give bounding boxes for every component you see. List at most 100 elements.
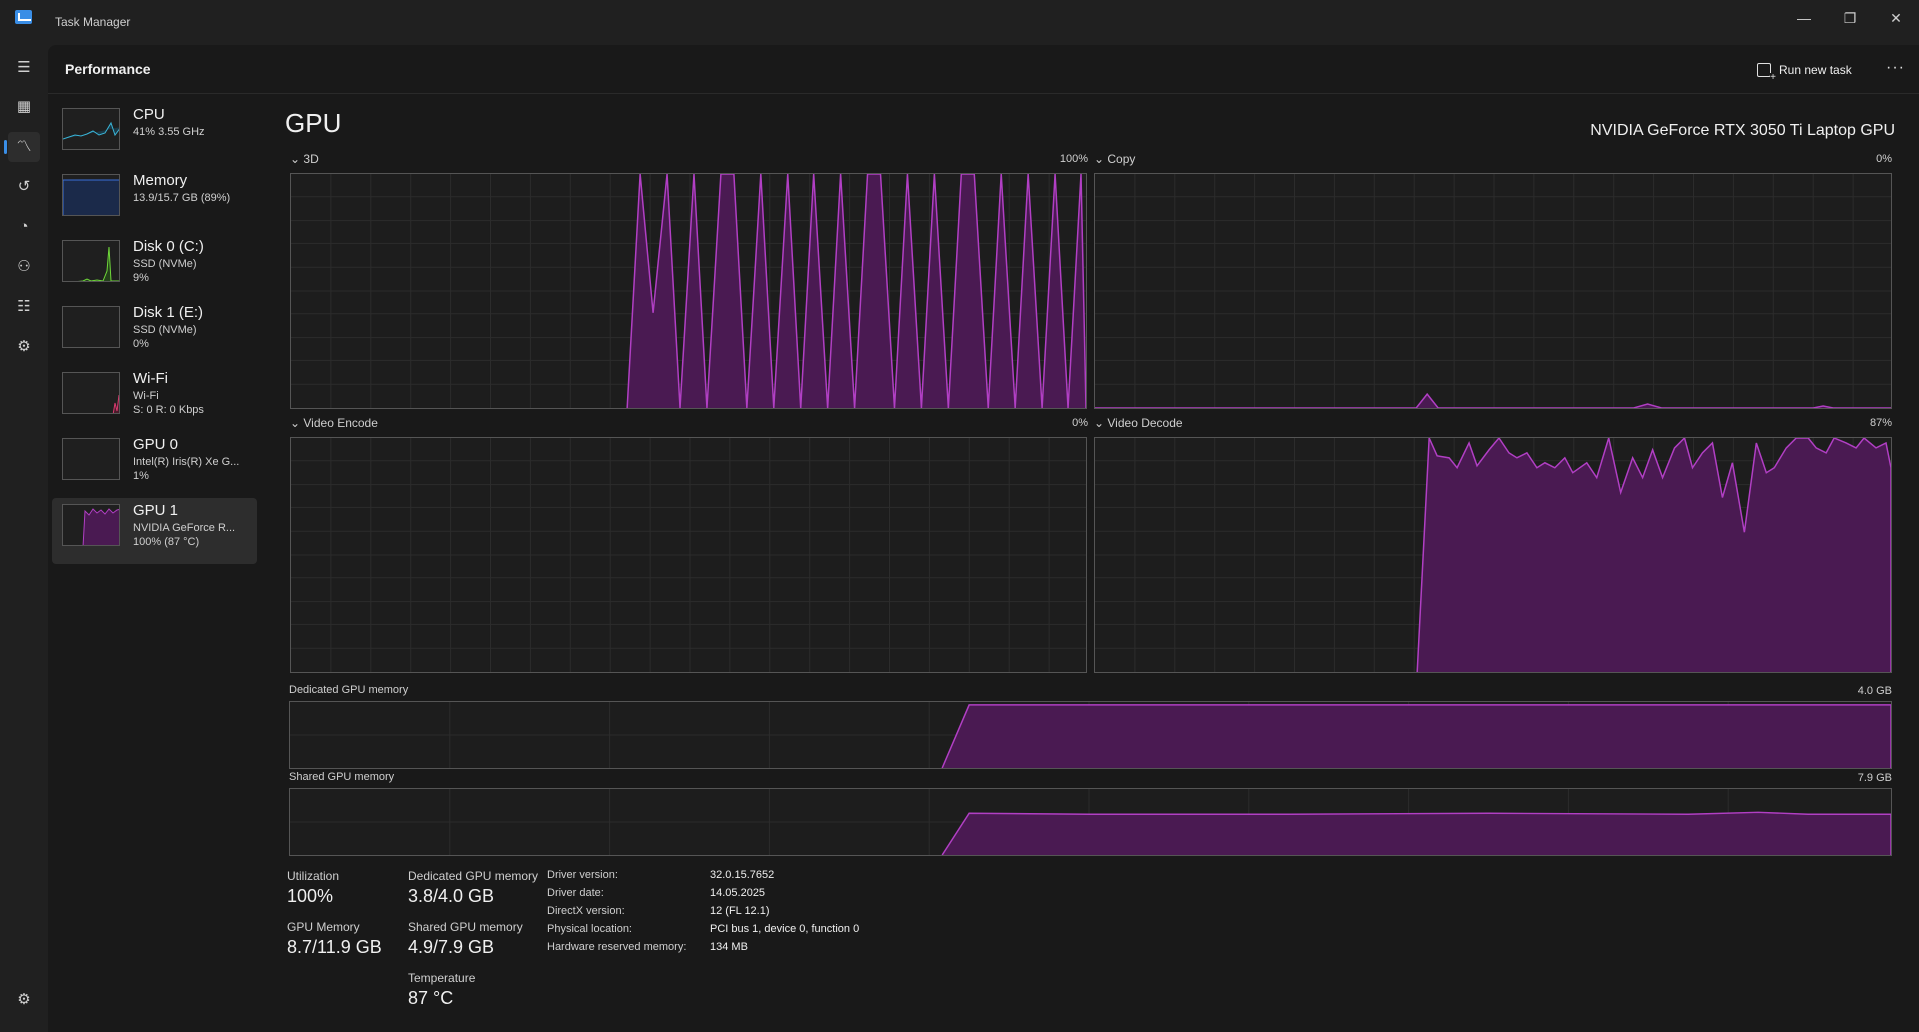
- device-detail: 13.9/15.7 GB (89%): [133, 192, 231, 204]
- graph-video-encode: [290, 437, 1087, 673]
- graph-3d-pct: 100%: [1059, 153, 1088, 165]
- graph-3d-label[interactable]: ⌄ 3D: [290, 152, 319, 166]
- device-name: CPU: [133, 106, 165, 123]
- startup-apps-icon[interactable]: ◔: [8, 212, 40, 242]
- device-gpu-0[interactable]: GPU 0 Intel(R) Iris(R) Xe G... 1%: [52, 432, 257, 498]
- physical-location-value: PCI bus 1, device 0, function 0: [710, 923, 860, 935]
- graph-shared-memory: [289, 788, 1892, 856]
- device-detail: 41% 3.55 GHz: [133, 126, 205, 138]
- more-options-button[interactable]: ···: [1886, 59, 1905, 77]
- dedicated-memory-label: Dedicated GPU memory: [289, 684, 409, 696]
- cpu-thumbnail: [62, 108, 120, 150]
- utilization-value: 100%: [287, 886, 334, 906]
- gpu-1-thumbnail: [62, 504, 120, 546]
- app-history-icon[interactable]: ↺: [8, 172, 40, 202]
- graph-video-decode-label[interactable]: ⌄ Video Decode: [1094, 416, 1183, 430]
- hamburger-icon[interactable]: ☰: [8, 53, 40, 83]
- shared-gpu-memory-value: 4.9/7.9 GB: [408, 937, 495, 957]
- directx-version-label: DirectX version:: [547, 905, 625, 917]
- directx-version-value: 12 (FL 12.1): [710, 905, 770, 917]
- processes-icon[interactable]: ▦: [8, 92, 40, 122]
- dedicated-gpu-memory-label: Dedicated GPU memory: [408, 869, 539, 883]
- run-task-icon: [1757, 63, 1776, 83]
- graph-dedicated-memory: [289, 701, 1892, 769]
- shared-gpu-memory-label: Shared GPU memory: [408, 920, 523, 934]
- utilization-label: Utilization: [287, 869, 340, 883]
- graph-copy: [1094, 173, 1892, 409]
- device-gpu-1[interactable]: GPU 1 NVIDIA GeForce R... 100% (87 °C): [52, 498, 257, 564]
- run-new-task-button[interactable]: Run new task: [1757, 57, 1852, 83]
- wifi-thumbnail: [62, 372, 120, 414]
- task-manager-app-icon: [15, 10, 32, 24]
- gpu-memory-value: 8.7/11.9 GB: [287, 937, 382, 957]
- graph-video-encode-label[interactable]: ⌄ Video Encode: [290, 416, 378, 430]
- device-name: GPU 0: [133, 436, 179, 453]
- maximize-button[interactable]: ❐: [1827, 4, 1873, 32]
- temperature-label: Temperature: [408, 971, 476, 985]
- device-name: Memory: [133, 172, 188, 189]
- minimize-button[interactable]: —: [1781, 4, 1827, 32]
- users-icon[interactable]: ⚇: [8, 252, 40, 282]
- disk-1-thumbnail: [62, 306, 120, 348]
- device-name: GPU 1: [133, 502, 179, 519]
- page-header: Performance Run new task ···: [48, 45, 1919, 94]
- services-icon[interactable]: ⚙: [8, 332, 40, 362]
- shared-memory-max: 7.9 GB: [1857, 772, 1892, 784]
- device-usage: 1%: [133, 470, 149, 482]
- memory-thumbnail: [62, 174, 120, 216]
- device-usage: 9%: [133, 272, 149, 284]
- device-disk-1[interactable]: Disk 1 (E:) SSD (NVMe) 0%: [52, 300, 257, 366]
- graph-grid: [1095, 174, 1891, 408]
- device-disk-0[interactable]: Disk 0 (C:) SSD (NVMe) 9%: [52, 234, 257, 300]
- run-new-task-label: Run new task: [1779, 63, 1852, 77]
- graph-shared-memory-series: [941, 811, 1891, 855]
- device-usage: S: 0 R: 0 Kbps: [133, 404, 204, 416]
- graph-video-decode: [1094, 437, 1892, 673]
- device-memory[interactable]: Memory 13.9/15.7 GB (89%): [52, 168, 257, 234]
- gpu-model-name: NVIDIA GeForce RTX 3050 Ti Laptop GPU: [1590, 122, 1895, 139]
- graph-video-decode-series: [1416, 438, 1891, 672]
- temperature-value: 87 °C: [408, 988, 454, 1008]
- driver-version-value: 32.0.15.7652: [710, 869, 775, 881]
- device-wifi[interactable]: Wi-Fi Wi-Fi S: 0 R: 0 Kbps: [52, 366, 257, 432]
- main-content: Performance Run new task ··· CPU 41% 3.5…: [48, 45, 1919, 1032]
- device-cpu[interactable]: CPU 41% 3.55 GHz: [52, 102, 257, 168]
- graph-video-decode-pct: 87%: [1869, 417, 1892, 429]
- close-button[interactable]: ✕: [1873, 4, 1919, 32]
- graph-video-encode-pct: 0%: [1072, 417, 1088, 429]
- title-bar: Task Manager — ❐ ✕: [0, 0, 1919, 45]
- window-title: Task Manager: [55, 15, 131, 29]
- graph-grid: [291, 438, 1086, 672]
- device-detail: SSD (NVMe): [133, 324, 197, 336]
- graph-copy-label[interactable]: ⌄ Copy: [1094, 152, 1135, 166]
- hardware-reserved-memory-value: 134 MB: [710, 941, 748, 953]
- nav-rail: ☰ ▦ 〽 ↺ ◔ ⚇ ☷ ⚙ ⚙: [0, 45, 48, 1032]
- dedicated-gpu-memory-value: 3.8/4.0 GB: [408, 886, 495, 906]
- graph-3d: [290, 173, 1087, 409]
- page-title: Performance: [65, 61, 151, 77]
- dedicated-memory-max: 4.0 GB: [1857, 685, 1892, 697]
- shared-memory-label: Shared GPU memory: [289, 771, 395, 783]
- graph-dedicated-memory-series: [941, 704, 1891, 768]
- gpu-title: GPU: [285, 108, 342, 138]
- driver-version-label: Driver version:: [547, 869, 618, 881]
- performance-icon[interactable]: 〽: [4, 132, 40, 162]
- device-detail: Wi-Fi: [133, 390, 159, 402]
- physical-location-label: Physical location:: [547, 923, 632, 935]
- device-name: Wi-Fi: [133, 370, 168, 387]
- device-name: Disk 0 (C:): [133, 238, 204, 255]
- gpu-memory-label: GPU Memory: [287, 920, 360, 934]
- device-usage: 0%: [133, 338, 149, 350]
- driver-date-label: Driver date:: [547, 887, 604, 899]
- device-list: CPU 41% 3.55 GHz Memory 13.9/15.7 GB (89…: [52, 102, 257, 564]
- disk-0-thumbnail: [62, 240, 120, 282]
- settings-icon[interactable]: ⚙: [8, 985, 40, 1015]
- graph-copy-pct: 0%: [1876, 153, 1892, 165]
- device-detail: NVIDIA GeForce R...: [133, 522, 236, 534]
- device-usage: 100% (87 °C): [133, 536, 200, 548]
- device-detail: SSD (NVMe): [133, 258, 197, 270]
- device-detail: Intel(R) Iris(R) Xe G...: [133, 456, 240, 468]
- gpu-0-thumbnail: [62, 438, 120, 480]
- details-icon[interactable]: ☷: [8, 292, 40, 322]
- driver-date-value: 14.05.2025: [710, 887, 766, 899]
